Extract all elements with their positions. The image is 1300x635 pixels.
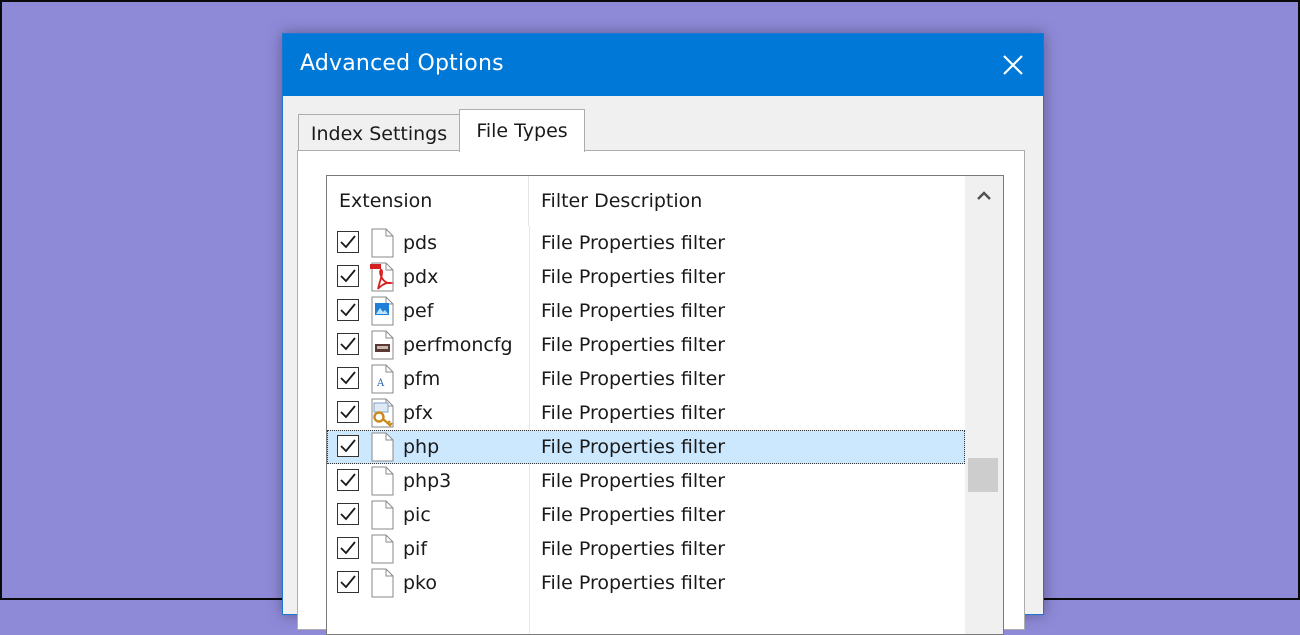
- filter-description-label: File Properties filter: [541, 300, 726, 322]
- row-checkbox[interactable]: [337, 367, 359, 389]
- extension-label: php3: [403, 470, 452, 492]
- filter-description-label: File Properties filter: [541, 572, 726, 594]
- extension-label: pds: [403, 232, 438, 254]
- certificate-key-icon: [369, 398, 397, 428]
- tab-label: File Types: [476, 120, 568, 142]
- extension-label: php: [403, 436, 440, 458]
- checkmark-icon: [340, 371, 356, 385]
- list-item[interactable]: Apfm File Properties filter: [327, 362, 965, 396]
- perfmon-file-icon: [369, 330, 397, 360]
- vertical-scrollbar[interactable]: [965, 176, 1003, 634]
- checkmark-icon: [340, 473, 356, 487]
- close-icon: [1003, 55, 1023, 75]
- blank-file-icon: [369, 568, 397, 598]
- checkmark-icon: [340, 337, 356, 351]
- advanced-options-dialog: Advanced Options Index Settings File Typ…: [282, 33, 1044, 635]
- extension-label: pif: [403, 538, 428, 560]
- image-file-icon: [369, 296, 397, 326]
- row-checkbox[interactable]: [337, 401, 359, 423]
- svg-text:A: A: [376, 378, 385, 389]
- checkmark-icon: [340, 235, 356, 249]
- window-title: Advanced Options: [300, 51, 504, 76]
- filter-description-label: File Properties filter: [541, 368, 726, 390]
- checkmark-icon: [340, 575, 356, 589]
- checkmark-icon: [340, 303, 356, 317]
- list-item[interactable]: php3 File Properties filter: [327, 464, 965, 498]
- filter-description-label: File Properties filter: [541, 334, 726, 356]
- row-checkbox[interactable]: [337, 435, 359, 457]
- column-header-extension[interactable]: Extension: [327, 176, 529, 226]
- extension-label: pdx: [403, 266, 439, 288]
- tab-label: Index Settings: [310, 122, 448, 145]
- file-types-panel: Extension Filter Description pds File Pro…: [297, 150, 1025, 635]
- list-item[interactable]: pfx File Properties filter: [327, 396, 965, 430]
- extension-label: pic: [403, 504, 431, 526]
- row-checkbox[interactable]: [337, 571, 359, 593]
- extension-label: pfx: [403, 402, 433, 424]
- scroll-up-button[interactable]: [965, 176, 1003, 216]
- row-checkbox[interactable]: [337, 299, 359, 321]
- blank-file-icon: [369, 534, 397, 564]
- file-type-list[interactable]: Extension Filter Description pds File Pro…: [326, 175, 1004, 635]
- font-file-icon: A: [369, 364, 397, 394]
- title-bar[interactable]: Advanced Options: [283, 34, 1043, 96]
- blank-file-icon: [369, 228, 397, 258]
- extension-label: pfm: [403, 368, 441, 390]
- extension-label: pko: [403, 572, 438, 594]
- list-item[interactable]: pko File Properties filter: [327, 566, 965, 600]
- scroll-thumb[interactable]: [968, 458, 998, 492]
- checkmark-icon: [340, 541, 356, 555]
- close-button[interactable]: [983, 34, 1043, 96]
- list-item[interactable]: pef File Properties filter: [327, 294, 965, 328]
- extension-label: perfmoncfg: [403, 334, 513, 356]
- blank-file-icon: [369, 432, 397, 462]
- extension-label: pef: [403, 300, 434, 322]
- checkmark-icon: [340, 507, 356, 521]
- filter-description-label: File Properties filter: [541, 470, 726, 492]
- chevron-up-icon: [977, 191, 991, 200]
- list-item[interactable]: pds File Properties filter: [327, 226, 965, 260]
- filter-description-label: File Properties filter: [541, 538, 726, 560]
- pdf-file-icon: [369, 262, 397, 292]
- column-header-label: Extension: [339, 190, 433, 212]
- checkmark-icon: [340, 269, 356, 283]
- list-item[interactable]: pif File Properties filter: [327, 532, 965, 566]
- tab-file-types[interactable]: File Types: [459, 109, 585, 152]
- tab-index-settings[interactable]: Index Settings: [298, 114, 460, 152]
- list-header: Extension Filter Description: [327, 176, 965, 226]
- filter-description-label: File Properties filter: [541, 266, 726, 288]
- blank-file-icon: [369, 466, 397, 496]
- row-checkbox[interactable]: [337, 231, 359, 253]
- list-item[interactable]: pdx File Properties filter: [327, 260, 965, 294]
- row-checkbox[interactable]: [337, 265, 359, 287]
- filter-description-label: File Properties filter: [541, 232, 726, 254]
- list-item[interactable]: perfmoncfg File Properties filter: [327, 328, 965, 362]
- row-checkbox[interactable]: [337, 333, 359, 355]
- column-header-label: Filter Description: [541, 190, 703, 212]
- row-checkbox[interactable]: [337, 469, 359, 491]
- checkmark-icon: [340, 439, 356, 453]
- blank-file-icon: [369, 500, 397, 530]
- list-item[interactable]: php File Properties filter: [327, 430, 965, 464]
- row-checkbox[interactable]: [337, 537, 359, 559]
- filter-description-label: File Properties filter: [541, 436, 726, 458]
- column-header-filter-description[interactable]: Filter Description: [529, 176, 965, 226]
- row-checkbox[interactable]: [337, 503, 359, 525]
- checkmark-icon: [340, 405, 356, 419]
- list-item[interactable]: pic File Properties filter: [327, 498, 965, 532]
- filter-description-label: File Properties filter: [541, 402, 726, 424]
- filter-description-label: File Properties filter: [541, 504, 726, 526]
